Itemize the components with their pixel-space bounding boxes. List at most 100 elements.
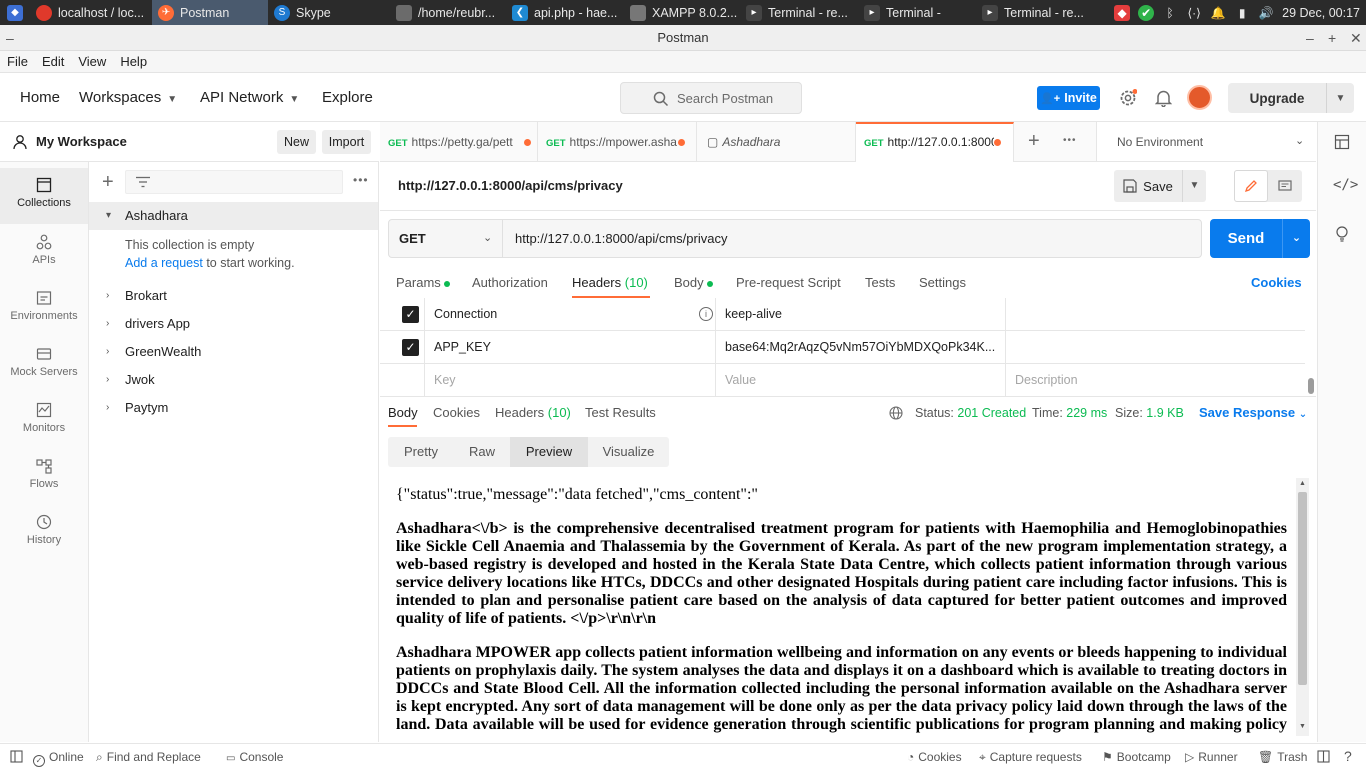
view-visualize[interactable]: Visualize: [588, 437, 669, 467]
header-description[interactable]: [1005, 331, 1305, 364]
battery-icon[interactable]: ▮: [1234, 5, 1250, 21]
header-description[interactable]: [1005, 298, 1305, 331]
task-chrome[interactable]: localhost / loc...: [30, 0, 152, 25]
invite-button[interactable]: 👤+ Invite: [1037, 86, 1100, 110]
save-response-button[interactable]: Save Response ⌄: [1199, 405, 1307, 420]
trash-button[interactable]: 🗑 Trash: [1258, 750, 1307, 764]
task-postman[interactable]: ✈ Postman: [152, 0, 268, 25]
comments-button[interactable]: [1268, 170, 1302, 202]
console-button[interactable]: ▭ Console: [226, 750, 283, 764]
tab-petty[interactable]: GET https://petty.ga/pett: [380, 122, 538, 162]
toggle-sidebar-icon[interactable]: [10, 750, 23, 763]
capture-requests-button[interactable]: ⌖ Capture requests: [979, 750, 1082, 765]
new-tab-icon[interactable]: +: [1028, 130, 1040, 153]
collection-brokart[interactable]: › Brokart: [89, 282, 378, 310]
collection-drivers-app[interactable]: › drivers App: [89, 310, 378, 338]
network-icon[interactable]: ⟨·⟩: [1186, 5, 1202, 21]
rail-apis[interactable]: APIs: [0, 228, 88, 276]
scroll-up-icon[interactable]: ▲: [1299, 480, 1306, 487]
import-button[interactable]: Import: [322, 130, 371, 154]
save-options-chevron-icon[interactable]: ▼: [1182, 170, 1206, 202]
nav-workspaces[interactable]: Workspaces ▼: [79, 89, 177, 106]
new-button[interactable]: New: [277, 130, 316, 154]
response-tab-headers[interactable]: Headers (10): [495, 405, 571, 420]
collection-paytym[interactable]: › Paytym: [89, 394, 378, 422]
menu-view[interactable]: View: [78, 54, 106, 69]
response-size[interactable]: Size: 1.9 KB: [1115, 406, 1184, 420]
info-icon[interactable]: i: [699, 307, 713, 321]
menu-help[interactable]: Help: [120, 54, 147, 69]
two-pane-view-icon[interactable]: [1317, 750, 1330, 763]
minimize-button[interactable]: –: [1306, 25, 1314, 51]
menu-edit[interactable]: Edit: [42, 54, 64, 69]
new-key-input[interactable]: Key: [424, 364, 715, 397]
tab-mpower[interactable]: GET https://mpower.asha: [538, 122, 697, 162]
rail-environments[interactable]: Environments: [0, 284, 88, 332]
header-enabled-checkbox[interactable]: ✓: [402, 306, 419, 323]
response-tab-body[interactable]: Body: [388, 405, 418, 420]
volume-icon[interactable]: 🔊: [1258, 5, 1274, 21]
response-tab-cookies[interactable]: Cookies: [433, 405, 480, 420]
tab-headers[interactable]: Headers (10): [572, 275, 648, 290]
header-key[interactable]: APP_KEY: [424, 331, 715, 364]
upgrade-button[interactable]: Upgrade ▼: [1228, 83, 1354, 113]
nav-home[interactable]: Home: [20, 89, 60, 106]
add-collection-icon[interactable]: +: [102, 172, 114, 192]
url-input[interactable]: http://127.0.0.1:8000/api/cms/privacy: [515, 231, 727, 246]
task-terminal-3[interactable]: ▸ Terminal - re...: [976, 0, 1094, 25]
tab-ashadhara[interactable]: ▢ Ashadhara: [697, 122, 856, 162]
help-icon[interactable]: ?: [1344, 748, 1352, 764]
rail-monitors[interactable]: Monitors: [0, 396, 88, 444]
tab-body[interactable]: Body: [674, 275, 714, 290]
code-snippet-icon[interactable]: </>: [1333, 177, 1358, 193]
online-status[interactable]: ✓ Online: [33, 750, 84, 767]
add-request-link[interactable]: Add a request: [125, 256, 203, 270]
nav-api-network[interactable]: API Network ▼: [200, 89, 299, 106]
nav-explore[interactable]: Explore: [322, 89, 373, 106]
avatar[interactable]: [1187, 85, 1212, 110]
runner-button[interactable]: ▷ Runner: [1185, 750, 1238, 764]
header-key[interactable]: Connection: [424, 298, 715, 331]
scroll-down-icon[interactable]: ▼: [1299, 723, 1306, 730]
check-icon[interactable]: ✔: [1138, 4, 1155, 21]
tab-params[interactable]: Params: [396, 275, 451, 290]
edit-mode-button[interactable]: [1234, 170, 1268, 202]
more-tabs-icon[interactable]: •••: [1063, 135, 1077, 146]
save-button[interactable]: Save: [1114, 170, 1182, 202]
anydesk-icon[interactable]: ◆: [1114, 4, 1131, 21]
cookies-link[interactable]: Cookies: [1251, 275, 1302, 290]
globe-icon[interactable]: [889, 406, 903, 420]
task-files[interactable]: /home/reubr...: [390, 0, 506, 25]
environment-quick-look-icon[interactable]: [1334, 134, 1350, 150]
tab-localhost[interactable]: GET http://127.0.0.1:8000: [856, 122, 1014, 162]
notification-bell-icon[interactable]: [1155, 89, 1172, 107]
header-enabled-checkbox[interactable]: ✓: [402, 339, 419, 356]
headers-scrollbar[interactable]: [1308, 378, 1314, 394]
send-button[interactable]: Send: [1210, 219, 1282, 258]
notification-bell-icon[interactable]: 🔔: [1210, 5, 1226, 21]
cookies-button[interactable]: ◔ Cookies: [907, 750, 962, 764]
send-options-chevron-icon[interactable]: ⌄: [1282, 219, 1310, 258]
window-menu-icon[interactable]: ‒: [6, 25, 14, 51]
scrollbar-thumb[interactable]: [1298, 492, 1307, 685]
collection-greenwealth[interactable]: › GreenWealth: [89, 338, 378, 366]
rail-collections[interactable]: Collections: [0, 168, 88, 224]
environment-selector[interactable]: No Environment ⌄: [1096, 122, 1316, 161]
view-raw[interactable]: Raw: [454, 437, 510, 467]
rail-history[interactable]: History: [0, 508, 88, 556]
tab-tests[interactable]: Tests: [865, 275, 895, 290]
response-tab-test-results[interactable]: Test Results: [585, 405, 656, 420]
collection-jwok[interactable]: › Jwok: [89, 366, 378, 394]
clock[interactable]: 29 Dec, 00:17: [1282, 6, 1360, 20]
tab-authorization[interactable]: Authorization: [472, 275, 548, 290]
header-value[interactable]: keep-alive: [715, 298, 1005, 331]
response-time[interactable]: Time: 229 ms: [1032, 406, 1107, 420]
request-title[interactable]: http://127.0.0.1:8000/api/cms/privacy: [398, 178, 623, 193]
chevron-down-icon[interactable]: ▼: [1326, 83, 1354, 113]
menu-file[interactable]: File: [7, 54, 28, 69]
task-vscode[interactable]: ❮ api.php - hae...: [506, 0, 624, 25]
new-value-input[interactable]: Value: [715, 364, 1005, 397]
filter-input[interactable]: [125, 170, 343, 194]
find-replace-button[interactable]: ⌕ Find and Replace: [96, 750, 201, 765]
rail-mock-servers[interactable]: Mock Servers: [0, 340, 88, 388]
